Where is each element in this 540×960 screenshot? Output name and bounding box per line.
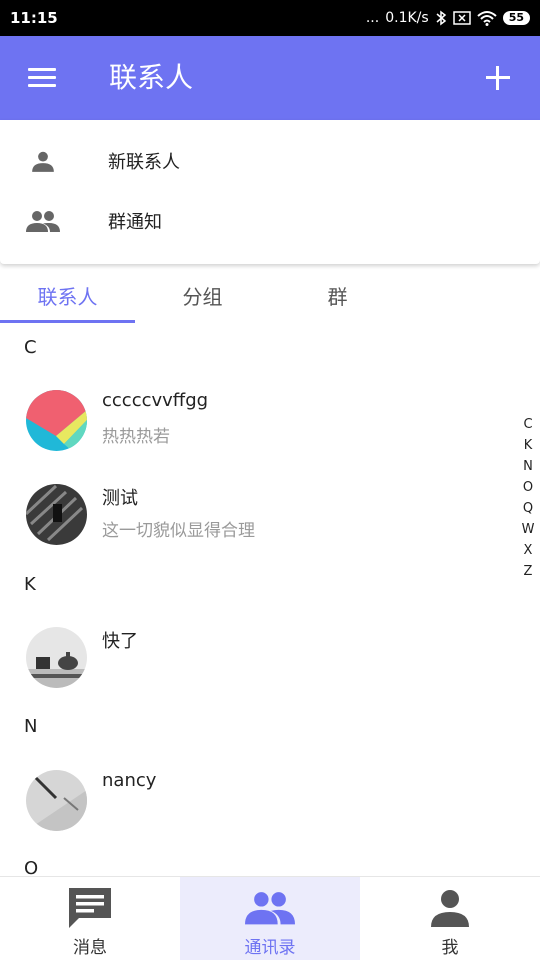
tab-chat-groups[interactable]: 群 (270, 266, 405, 324)
contact-status: 热热热若 (102, 427, 170, 447)
message-icon (65, 885, 115, 931)
avatar (26, 484, 87, 545)
new-contacts-label: 新联系人 (108, 152, 180, 173)
menu-icon[interactable] (26, 66, 58, 90)
tab-contacts[interactable]: 联系人 (0, 266, 135, 324)
nav-profile[interactable]: 我 (360, 877, 540, 960)
contacts-icon (245, 885, 295, 931)
avatar (26, 390, 87, 451)
nav-messages-label: 消息 (73, 938, 107, 958)
bluetooth-icon (435, 10, 447, 26)
contact-status: 这一切貌似显得合理 (102, 521, 255, 541)
index-letter[interactable]: W (517, 519, 539, 540)
status-dots: ... (365, 10, 380, 26)
alphabet-index[interactable]: C K N O Q W X Z (517, 414, 539, 582)
tab-indicator (0, 320, 135, 323)
status-time: 11:15 (10, 9, 58, 27)
avatar (26, 770, 87, 831)
index-letter[interactable]: N (517, 456, 539, 477)
contact-tabs: 联系人 分组 群 (0, 266, 540, 324)
contact-name: 测试 (102, 488, 138, 509)
page-title: 联系人 (109, 61, 194, 94)
index-letter[interactable]: K (517, 435, 539, 456)
contact-item[interactable]: nancy (0, 760, 500, 840)
status-bar: 11:15 ... 0.1K/s 55 (0, 0, 540, 36)
index-letter[interactable]: X (517, 540, 539, 561)
contact-list[interactable]: C cccccvvffgg 热热热若 测试 这一切貌似显得合理 K 快了 N n… (0, 324, 540, 876)
section-header-n: N (24, 716, 38, 737)
section-header-o: O (24, 858, 39, 876)
contact-name: nancy (102, 770, 157, 791)
index-letter[interactable]: O (517, 477, 539, 498)
new-contacts-row[interactable]: 新联系人 (0, 132, 540, 190)
group-notice-row[interactable]: 群通知 (0, 192, 540, 250)
app-bar: 联系人 (0, 36, 540, 120)
tab-groups[interactable]: 分组 (135, 266, 270, 324)
contact-name: 快了 (102, 631, 138, 652)
nav-contacts[interactable]: 通讯录 (180, 877, 360, 960)
contact-item[interactable]: 快了 (0, 617, 500, 697)
nav-messages[interactable]: 消息 (0, 877, 180, 960)
index-letter[interactable]: C (517, 414, 539, 435)
index-letter[interactable]: Q (517, 498, 539, 519)
contact-item[interactable]: cccccvvffgg 热热热若 (0, 380, 500, 460)
index-letter[interactable]: Z (517, 561, 539, 582)
sim-icon (452, 11, 471, 25)
wifi-icon (477, 10, 497, 26)
group-icon (26, 206, 60, 236)
add-icon[interactable] (484, 64, 512, 92)
nav-profile-label: 我 (441, 938, 459, 958)
avatar (26, 627, 87, 688)
section-header-k: K (24, 574, 36, 595)
network-speed: 0.1K/s (385, 10, 429, 26)
contact-item[interactable]: 测试 这一切貌似显得合理 (0, 474, 500, 554)
header-card: 新联系人 群通知 (0, 120, 540, 264)
battery-icon: 55 (502, 11, 530, 25)
profile-icon (425, 885, 475, 931)
nav-contacts-label: 通讯录 (244, 938, 296, 958)
contact-name: cccccvvffgg (102, 390, 209, 411)
person-icon (26, 146, 60, 176)
group-notice-label: 群通知 (108, 212, 162, 233)
status-icons: ... 0.1K/s 55 (366, 10, 530, 26)
bottom-nav: 消息 通讯录 我 (0, 876, 540, 960)
section-header-c: C (24, 337, 37, 358)
